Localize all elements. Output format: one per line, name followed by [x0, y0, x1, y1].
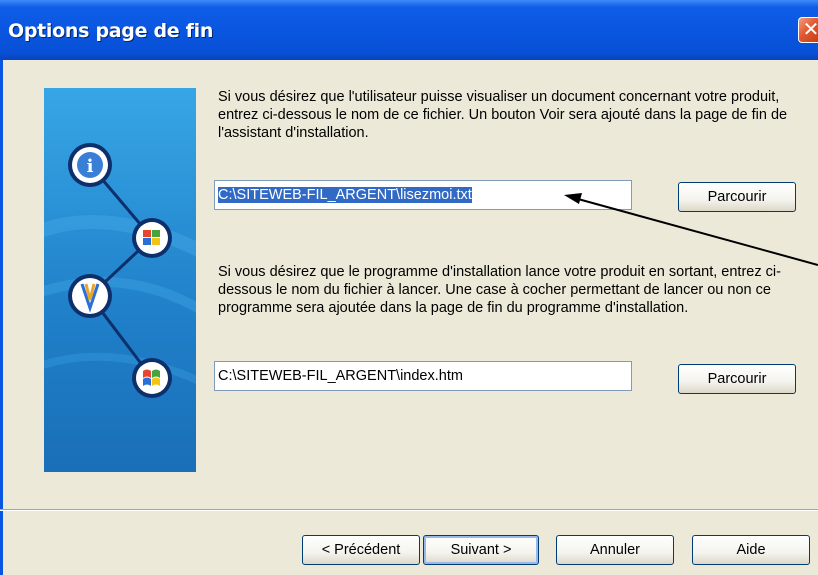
windows-flag-icon — [132, 218, 172, 258]
cancel-button[interactable]: Annuler — [556, 535, 674, 565]
readme-file-value: C:\SITEWEB-FIL_ARGENT\lisezmoi.txt — [218, 187, 472, 203]
title-bar[interactable]: Options page de fin ✕ — [0, 0, 818, 60]
installer-brush-icon — [68, 274, 112, 318]
launch-file-field[interactable]: C:\SITEWEB-FIL_ARGENT\index.htm — [214, 361, 632, 391]
launch-description: Si vous désirez que le programme d'insta… — [218, 264, 781, 316]
close-button[interactable]: ✕ — [798, 17, 818, 43]
close-icon: ✕ — [802, 19, 818, 41]
footer-separator — [0, 509, 818, 511]
window-title: Options page de fin — [8, 20, 214, 42]
launch-browse-button[interactable]: Parcourir — [678, 364, 796, 394]
previous-button[interactable]: < Précédent — [302, 535, 420, 565]
help-button[interactable]: Aide — [692, 535, 810, 565]
info-icon: i — [68, 143, 112, 187]
readme-description: Si vous désirez que l'utilisateur puisse… — [218, 89, 788, 141]
next-button[interactable]: Suivant > — [423, 535, 539, 565]
readme-file-field[interactable]: C:\SITEWEB-FIL_ARGENT\lisezmoi.txt — [214, 180, 632, 210]
windows-xp-flag-icon — [132, 358, 172, 398]
launch-file-value: C:\SITEWEB-FIL_ARGENT\index.htm — [218, 368, 463, 384]
side-panel-image: i — [44, 88, 196, 472]
readme-browse-button[interactable]: Parcourir — [678, 182, 796, 212]
svg-text:i: i — [87, 156, 94, 177]
side-panel-graphic: i — [44, 143, 196, 398]
